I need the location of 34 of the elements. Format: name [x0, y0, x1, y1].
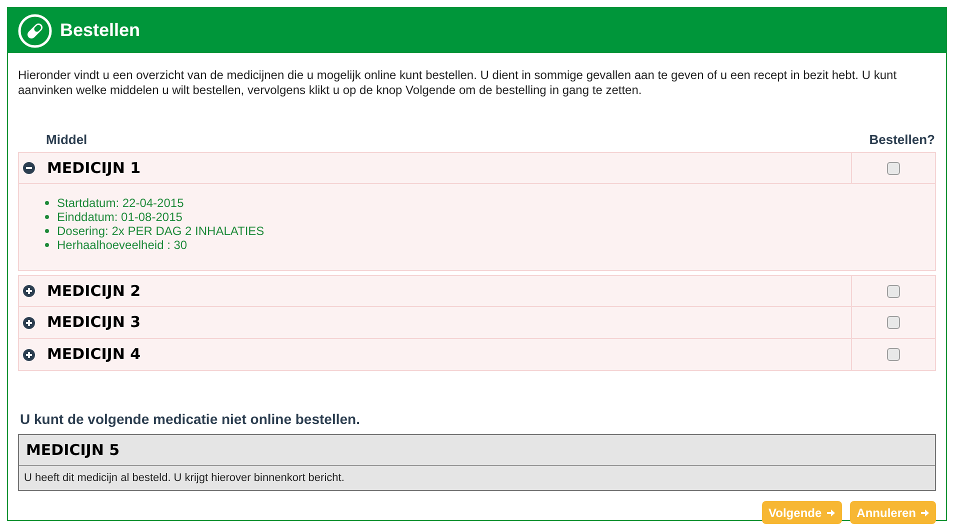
medicine-row[interactable]: MEDICIJN 2 — [18, 275, 936, 307]
medicine-name: MEDICIJN 4 — [47, 344, 141, 366]
medicine-name: MEDICIJN 2 — [47, 280, 141, 302]
detail-text: Startdatum: 22-04-2015 — [57, 196, 184, 210]
bullet-icon — [45, 229, 49, 233]
detail-text: Dosering: 2x PER DAG 2 INHALATIES — [57, 224, 264, 238]
order-checkbox[interactable] — [887, 284, 900, 298]
medicine-name: MEDICIJN 1 — [47, 158, 141, 179]
medicine-row[interactable]: MEDICIJN 3 — [18, 307, 936, 339]
arrow-icon — [921, 508, 929, 516]
bullet-icon — [45, 201, 49, 205]
expand-icon[interactable] — [23, 316, 35, 328]
column-header: Middel — [45, 130, 88, 148]
status-message: U heeft dit medicijn al besteld. U krijgt hierover binnenkort bericht. — [24, 470, 344, 486]
order-checkbox[interactable] — [887, 162, 900, 174]
medicine-name: MEDICIJN 3 — [47, 312, 141, 334]
expand-icon[interactable] — [23, 348, 35, 360]
medicine-name: MEDICIJN 5 — [26, 440, 120, 461]
page-title: Bestellen — [60, 19, 140, 42]
pill-icon — [18, 14, 52, 48]
detail-text: Einddatum: 01-08-2015 — [57, 210, 182, 224]
expand-icon[interactable] — [23, 285, 35, 297]
intro-text: Hieronder vindt u een overzicht van de medicijnen die u mogelijk online kunt bestellen. U dient in sommige gevallen aan te geven of u een recept in bezit hebt. U kunt aanvinken welke middelen u wilt bestellen, vervolgens klikt u op de knop Volgende om de bestelling in gang te zetten. — [17, 68, 898, 98]
medicine-row[interactable]: MEDICIJN 1 — [18, 152, 936, 184]
section-heading: U kunt de volgende medicatie niet online bestellen. — [19, 410, 361, 429]
arrow-icon — [826, 508, 835, 516]
column-header: Bestellen? — [869, 130, 936, 148]
collapse-icon[interactable] — [23, 162, 35, 174]
order-checkbox[interactable] — [887, 316, 900, 329]
bullet-icon — [45, 215, 49, 219]
medicine-row[interactable]: MEDICIJN 4 — [18, 339, 936, 371]
bullet-icon — [45, 243, 49, 247]
detail-text: Herhaalhoeveelheid : 30 — [57, 238, 188, 252]
order-checkbox[interactable] — [887, 348, 900, 361]
